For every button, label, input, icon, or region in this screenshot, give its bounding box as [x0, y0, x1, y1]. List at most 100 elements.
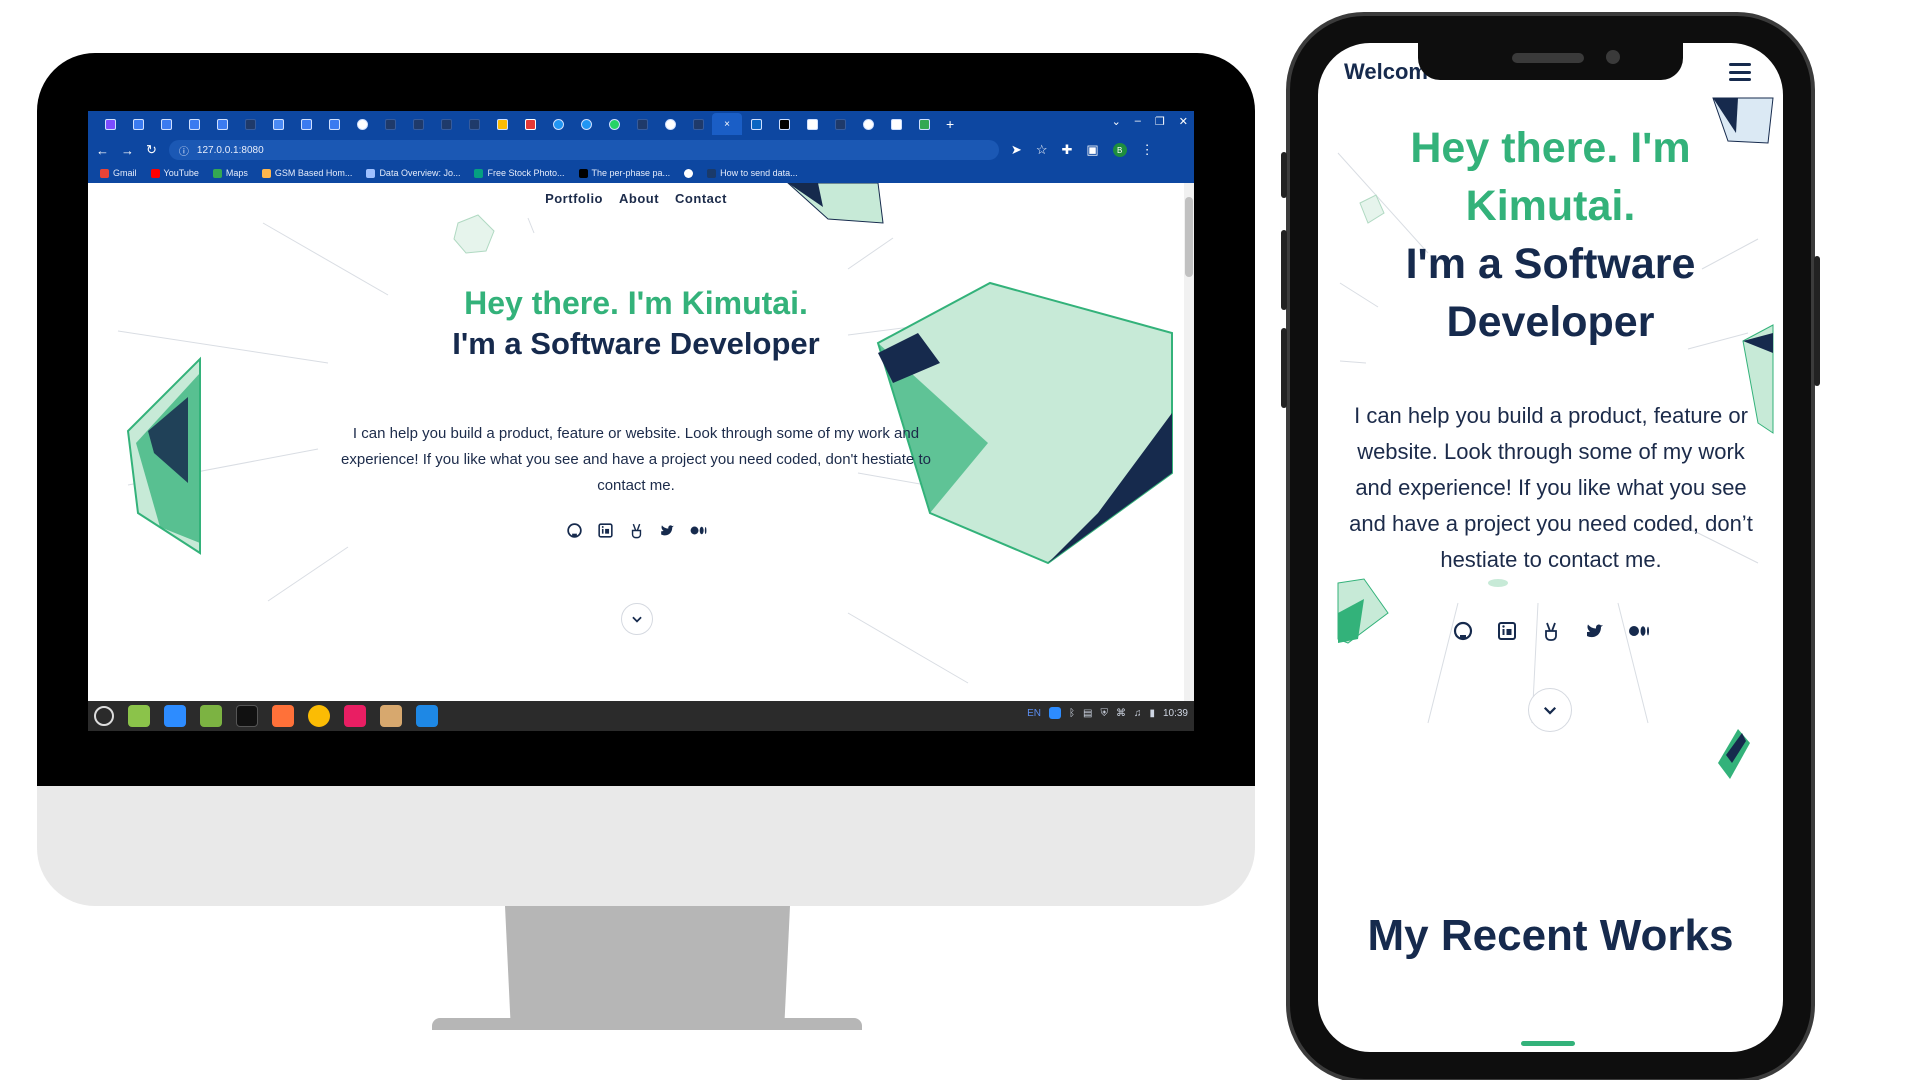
terminal-icon[interactable] — [236, 705, 258, 727]
star-icon[interactable]: ☆ — [1036, 142, 1048, 158]
github-icon[interactable] — [565, 521, 584, 540]
bookmark-youtube[interactable]: YouTube — [150, 168, 199, 178]
tab-search-icon[interactable]: ⌄ — [1112, 115, 1121, 128]
linkedin-icon[interactable] — [1495, 619, 1519, 643]
nav-portfolio[interactable]: Portfolio — [545, 191, 603, 206]
sound-icon[interactable]: ♫ — [1134, 708, 1142, 719]
archive-icon[interactable] — [380, 705, 402, 727]
globe-icon — [684, 168, 694, 178]
image-viewer-icon[interactable] — [344, 705, 366, 727]
linkedin-icon[interactable] — [596, 521, 615, 540]
bookmark-gsm[interactable]: GSM Based Hom... — [261, 168, 352, 178]
bookmark-maps[interactable]: Maps — [212, 168, 248, 178]
tab[interactable] — [488, 115, 516, 133]
tab[interactable] — [96, 115, 124, 133]
tab[interactable] — [460, 115, 488, 133]
tab[interactable] — [124, 115, 152, 133]
os-taskbar: EN ᛒ ▤ ⛨ ⌘ ♫ ▮ 10:39 — [88, 701, 1194, 731]
language-indicator[interactable]: EN — [1027, 708, 1041, 719]
tab[interactable] — [600, 115, 628, 133]
tab[interactable] — [544, 115, 572, 133]
angellist-icon[interactable] — [1539, 619, 1563, 643]
folder-icon[interactable] — [128, 705, 150, 727]
tab[interactable] — [684, 115, 712, 133]
tab-close-icon[interactable]: × — [724, 119, 730, 130]
mobile-brand[interactable]: Welcom — [1344, 59, 1428, 85]
twitter-icon[interactable] — [658, 521, 677, 540]
tab[interactable] — [572, 115, 600, 133]
bookmark-send-data[interactable]: How to send data... — [707, 168, 798, 178]
new-tab-button[interactable]: + — [946, 116, 954, 132]
tab[interactable] — [208, 115, 236, 133]
bluetooth-icon[interactable]: ᛒ — [1069, 708, 1075, 719]
tab[interactable] — [376, 115, 404, 133]
mobile-scroll-down-button[interactable] — [1528, 688, 1572, 732]
tab[interactable] — [236, 115, 264, 133]
back-icon[interactable]: ← — [96, 143, 109, 158]
scrollbar-thumb[interactable] — [1185, 197, 1193, 277]
github-icon — [384, 118, 396, 130]
send-icon[interactable]: ➤ — [1011, 142, 1022, 158]
clock[interactable]: 10:39 — [1163, 708, 1188, 719]
sidepanel-icon[interactable]: ▣ — [1086, 142, 1098, 158]
tab[interactable] — [798, 115, 826, 133]
info-icon[interactable]: ⓘ — [179, 143, 189, 158]
tab[interactable] — [770, 115, 798, 133]
tab[interactable] — [854, 115, 882, 133]
minimize-icon[interactable]: – — [1135, 115, 1141, 128]
tab[interactable] — [910, 115, 938, 133]
bookmark-data-overview[interactable]: Data Overview: Jo... — [366, 168, 460, 178]
tab[interactable] — [404, 115, 432, 133]
zoom-icon[interactable] — [164, 705, 186, 727]
tab[interactable] — [742, 115, 770, 133]
folder-icon[interactable] — [200, 705, 222, 727]
tab[interactable] — [656, 115, 684, 133]
tab[interactable] — [628, 115, 656, 133]
hamburger-menu-icon[interactable] — [1729, 63, 1751, 81]
bookmark-gmail[interactable]: Gmail — [100, 168, 137, 178]
reload-icon[interactable]: ↻ — [146, 142, 157, 158]
zoom-tray-icon[interactable] — [1049, 707, 1061, 719]
extensions-icon[interactable]: ✚ — [1061, 142, 1072, 158]
shield-icon[interactable]: ⛨ — [1100, 708, 1108, 719]
home-indicator[interactable] — [1521, 1041, 1575, 1046]
menu-icon[interactable] — [94, 706, 114, 726]
twitter-icon[interactable] — [1583, 619, 1607, 643]
forward-icon[interactable]: → — [121, 143, 134, 158]
browser-tab-strip: × + ⌄ – ❐ ✕ — [88, 111, 1194, 137]
bookmark-per-phase[interactable]: The per-phase pa... — [578, 168, 670, 178]
tab[interactable] — [516, 115, 544, 133]
scroll-down-button[interactable] — [621, 603, 653, 635]
tab[interactable] — [348, 115, 376, 133]
vscode-icon[interactable] — [416, 705, 438, 727]
tab[interactable] — [432, 115, 460, 133]
tab[interactable] — [180, 115, 208, 133]
tab[interactable] — [152, 115, 180, 133]
active-tab[interactable]: × — [712, 113, 742, 135]
medium-icon[interactable] — [1627, 619, 1651, 643]
profile-avatar[interactable]: B — [1112, 143, 1127, 157]
nav-contact[interactable]: Contact — [675, 191, 727, 206]
github-icon[interactable] — [1451, 619, 1475, 643]
angellist-icon[interactable] — [627, 521, 646, 540]
kebab-menu-icon[interactable]: ⋮ — [1141, 142, 1154, 158]
url-field[interactable]: ⓘ 127.0.0.1:8080 — [168, 140, 999, 160]
medium-icon[interactable] — [689, 521, 708, 540]
battery-icon[interactable]: ▮ — [1149, 708, 1155, 719]
tab[interactable] — [264, 115, 292, 133]
tab[interactable] — [826, 115, 854, 133]
network-icon[interactable]: ⌘ — [1116, 708, 1126, 719]
bookmark-globe[interactable] — [684, 168, 694, 178]
tab[interactable] — [882, 115, 910, 133]
tab[interactable] — [320, 115, 348, 133]
chrome-icon[interactable] — [308, 705, 330, 727]
github-icon — [468, 118, 480, 130]
close-window-icon[interactable]: ✕ — [1179, 115, 1188, 128]
bookmark-free-stock[interactable]: Free Stock Photo... — [474, 168, 565, 178]
nav-about[interactable]: About — [619, 191, 659, 206]
restore-icon[interactable]: ❐ — [1155, 115, 1165, 128]
clipboard-icon[interactable]: ▤ — [1083, 708, 1092, 719]
page-scrollbar[interactable] — [1184, 183, 1194, 701]
tab[interactable] — [292, 115, 320, 133]
firefox-icon[interactable] — [272, 705, 294, 727]
